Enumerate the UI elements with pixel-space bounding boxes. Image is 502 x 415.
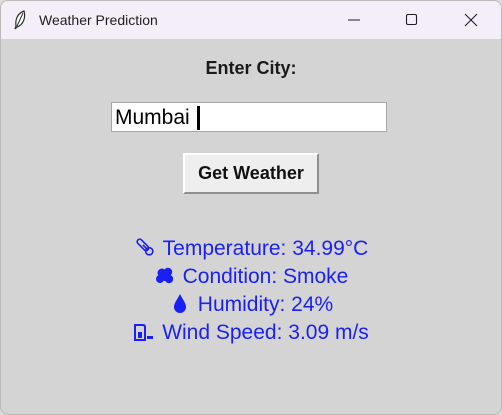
condition-result: Condition: Smoke <box>1 264 501 290</box>
feather-icon <box>14 10 26 30</box>
wind-icon <box>134 324 154 341</box>
minimize-icon <box>348 19 360 21</box>
wind-result: Wind Speed: 3.09 m/s <box>1 320 501 346</box>
city-label: Enter City: <box>205 58 297 78</box>
temperature-result: Temperature: 34.99°C <box>1 236 501 262</box>
humidity-text: Humidity: 24% <box>197 293 334 316</box>
temperature-text: Temperature: 34.99°C <box>162 237 369 260</box>
get-weather-button[interactable]: Get Weather <box>183 153 319 194</box>
close-button[interactable] <box>442 1 500 39</box>
cloud-icon <box>155 267 173 284</box>
maximize-button[interactable] <box>383 1 441 39</box>
close-icon <box>464 13 478 27</box>
wind-text: Wind Speed: 3.09 m/s <box>162 321 369 344</box>
city-input[interactable] <box>111 102 387 132</box>
humidity-result: Humidity: 24% <box>1 292 501 318</box>
title-bar[interactable]: Weather Prediction <box>1 1 501 39</box>
minimize-button[interactable] <box>325 1 383 39</box>
app-window: Weather Prediction Enter City: Get Weath… <box>0 0 502 415</box>
text-caret <box>197 106 200 130</box>
main-content: Enter City: Get Weather Temperature: 34.… <box>1 39 501 414</box>
thermometer-icon <box>136 238 154 256</box>
condition-text: Condition: Smoke <box>182 265 349 288</box>
window-title: Weather Prediction <box>39 12 158 28</box>
droplet-icon <box>173 294 186 313</box>
maximize-icon <box>405 13 418 26</box>
